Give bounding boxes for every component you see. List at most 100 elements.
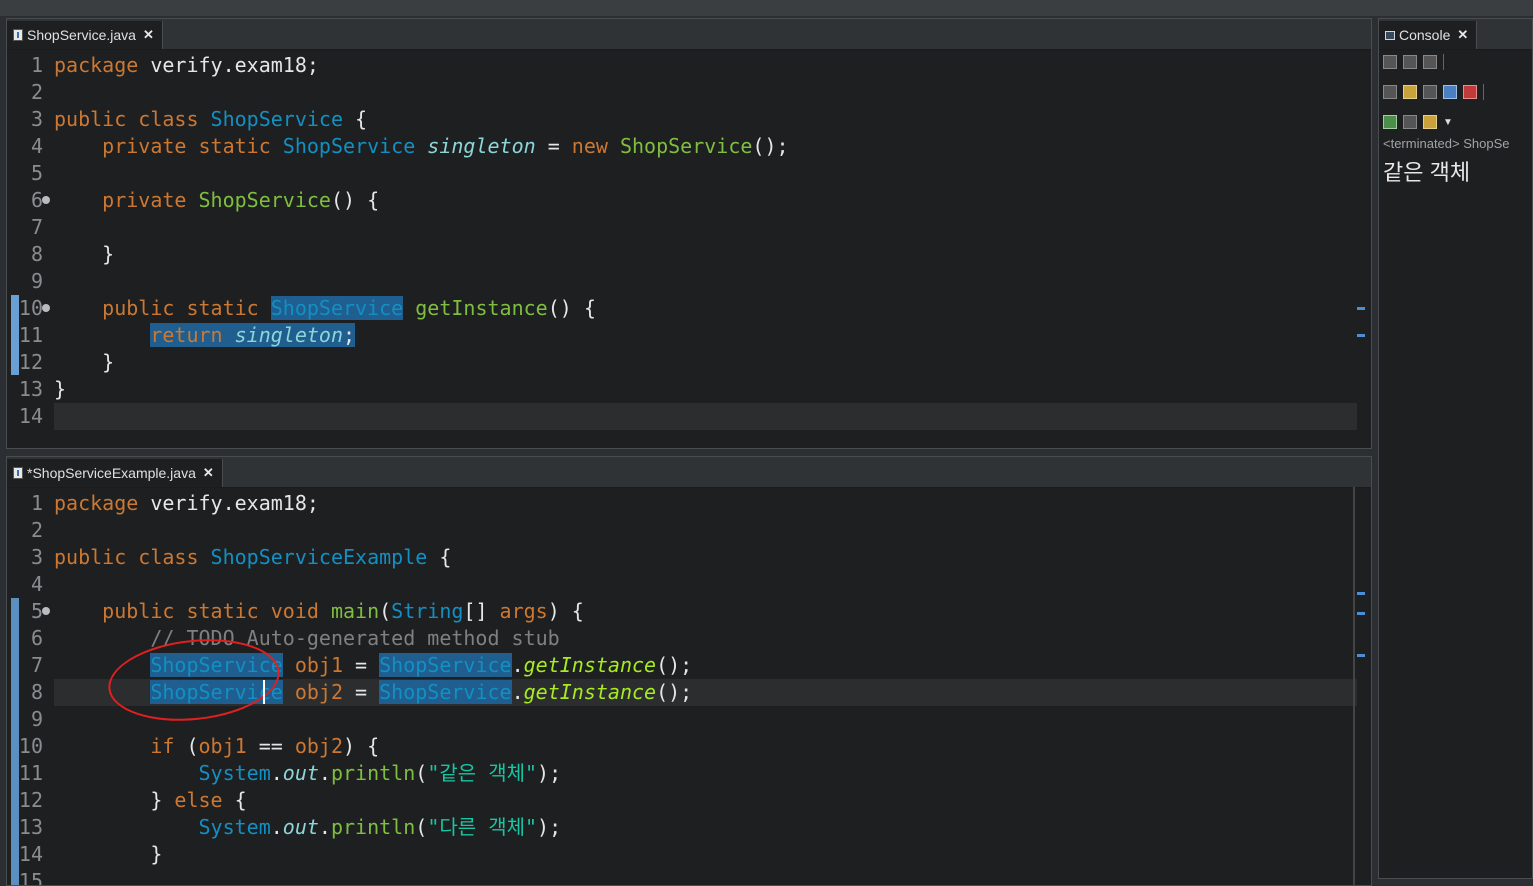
console-toolbar-row-3: ▼ <box>1383 111 1453 133</box>
code-line[interactable]: 13 System.out.println("다른 객체"); <box>7 814 1371 841</box>
editor-tabbar: *ShopServiceExample.java ✕ <box>7 457 1371 488</box>
remove-all-launches-icon[interactable] <box>1423 55 1437 69</box>
code-line[interactable]: 10 public static ShopService getInstance… <box>7 295 1371 322</box>
fold-toggle-icon[interactable] <box>42 196 50 204</box>
code-line[interactable]: 4 private static ShopService singleton =… <box>7 133 1371 160</box>
editor-shopservice[interactable]: ShopService.java ✕ 1 package verify.exam1… <box>6 18 1372 449</box>
code-line[interactable]: 1 package verify.exam18; <box>7 52 1371 79</box>
code-text: System.out.println("다른 객체"); <box>54 814 562 841</box>
line-number: 3 <box>30 545 43 569</box>
code-text: package verify.exam18; <box>54 490 319 517</box>
code-token: private <box>102 188 199 212</box>
tab-shopserviceexample-java[interactable]: *ShopServiceExample.java ✕ <box>7 459 223 487</box>
code-line[interactable]: 5 public static void main(String[] args)… <box>7 598 1371 625</box>
line-number: 2 <box>30 518 43 542</box>
code-token: else <box>174 788 235 812</box>
code-line[interactable]: 11 return singleton; <box>7 322 1371 349</box>
pin-console-icon[interactable] <box>1383 115 1397 129</box>
code-line[interactable]: 11 System.out.println("같은 객체"); <box>7 760 1371 787</box>
show-stdout-icon[interactable] <box>1443 85 1457 99</box>
code-line[interactable]: 9 <box>7 268 1371 295</box>
tab-label: ShopService.java <box>27 27 136 43</box>
code-line[interactable]: 2 <box>7 79 1371 106</box>
terminate-icon[interactable] <box>1383 55 1397 69</box>
code-token: . <box>511 680 524 704</box>
code-token: } <box>54 350 115 374</box>
code-line[interactable]: 8 } <box>7 241 1371 268</box>
code-token: out <box>282 815 319 839</box>
scroll-lock-icon[interactable] <box>1403 85 1417 99</box>
code-token: verify.exam18; <box>138 491 319 515</box>
chevron-down-icon[interactable]: ▼ <box>1443 117 1453 128</box>
code-token: obj2 <box>294 680 343 704</box>
tab-console[interactable]: Console ✕ <box>1379 21 1478 49</box>
overview-ruler-mark[interactable] <box>1357 307 1365 310</box>
code-token: singleton <box>234 323 343 347</box>
console-status: <terminated> ShopSe <box>1383 136 1510 151</box>
code-token: = <box>343 653 380 677</box>
code-area[interactable]: 1 package verify.exam18; 2 3 public class Sh… <box>7 52 1371 448</box>
console-view[interactable]: Console ✕ ▼ <terminated> ShopSe 같은 객체 <box>1378 18 1533 879</box>
code-text: private ShopService() { <box>54 187 379 214</box>
overview-ruler-mark[interactable] <box>1357 334 1365 337</box>
code-token: "다른 객체" <box>427 815 538 839</box>
code-token: . <box>511 653 524 677</box>
code-line[interactable]: 12 } else { <box>7 787 1371 814</box>
code-line[interactable]: 4 <box>7 571 1371 598</box>
line-number: 14 <box>18 404 43 428</box>
close-icon[interactable]: ✕ <box>143 27 154 43</box>
console-icon <box>1385 30 1395 40</box>
overview-ruler-mark[interactable] <box>1357 592 1365 595</box>
code-token: ShopService <box>282 134 416 158</box>
code-token: (); <box>656 680 693 704</box>
code-text: } <box>54 349 114 376</box>
code-token: public static <box>102 296 271 320</box>
code-text: if (obj1 == obj2) { <box>54 733 379 760</box>
clear-console-icon[interactable] <box>1383 85 1397 99</box>
line-number: 9 <box>30 269 43 293</box>
code-line[interactable]: 10 if (obj1 == obj2) { <box>7 733 1371 760</box>
overview-ruler-mark[interactable] <box>1357 612 1365 615</box>
line-number: 2 <box>30 80 43 104</box>
code-line[interactable]: 14 <box>7 403 1371 430</box>
code-line[interactable]: 5 <box>7 160 1371 187</box>
code-line[interactable]: 14 } <box>7 841 1371 868</box>
code-line[interactable]: 2 <box>7 517 1371 544</box>
open-console-icon[interactable] <box>1423 115 1437 129</box>
code-line[interactable]: 15 <box>7 868 1371 885</box>
code-line[interactable]: 1 package verify.exam18; <box>7 490 1371 517</box>
java-file-icon <box>13 467 23 479</box>
close-icon[interactable]: ✕ <box>203 465 214 481</box>
code-token: ShopService <box>270 296 404 320</box>
tab-label: Console <box>1399 27 1451 43</box>
fold-toggle-icon[interactable] <box>42 304 50 312</box>
display-console-icon[interactable] <box>1403 115 1417 129</box>
code-line[interactable]: 6 private ShopService() { <box>7 187 1371 214</box>
console-toolbar-row-2 <box>1383 81 1484 103</box>
tab-label: *ShopServiceExample.java <box>27 465 196 481</box>
code-token: obj1 <box>198 734 247 758</box>
remove-launch-icon[interactable] <box>1403 55 1417 69</box>
overview-ruler-mark[interactable] <box>1357 654 1365 657</box>
code-token: args <box>499 599 548 623</box>
tab-shopservice-java[interactable]: ShopService.java ✕ <box>7 21 163 49</box>
code-line[interactable]: 7 <box>7 214 1371 241</box>
code-token: public class <box>54 545 211 569</box>
code-line[interactable]: 3 public class ShopService { <box>7 106 1371 133</box>
fold-toggle-icon[interactable] <box>42 607 50 615</box>
code-token: ( <box>379 599 392 623</box>
vertical-scrollbar[interactable] <box>1353 487 1355 885</box>
close-icon[interactable]: ✕ <box>1457 27 1468 43</box>
word-wrap-icon[interactable] <box>1423 85 1437 99</box>
code-token: ShopService <box>198 188 331 212</box>
code-text: } <box>54 841 162 868</box>
code-line[interactable]: 3 public class ShopServiceExample { <box>7 544 1371 571</box>
code-line[interactable]: 13} <box>7 376 1371 403</box>
line-number: 8 <box>30 242 43 266</box>
code-token: private static <box>102 134 283 158</box>
code-line[interactable]: 12 } <box>7 349 1371 376</box>
show-stderr-icon[interactable] <box>1463 85 1477 99</box>
code-token: public class <box>54 107 211 131</box>
